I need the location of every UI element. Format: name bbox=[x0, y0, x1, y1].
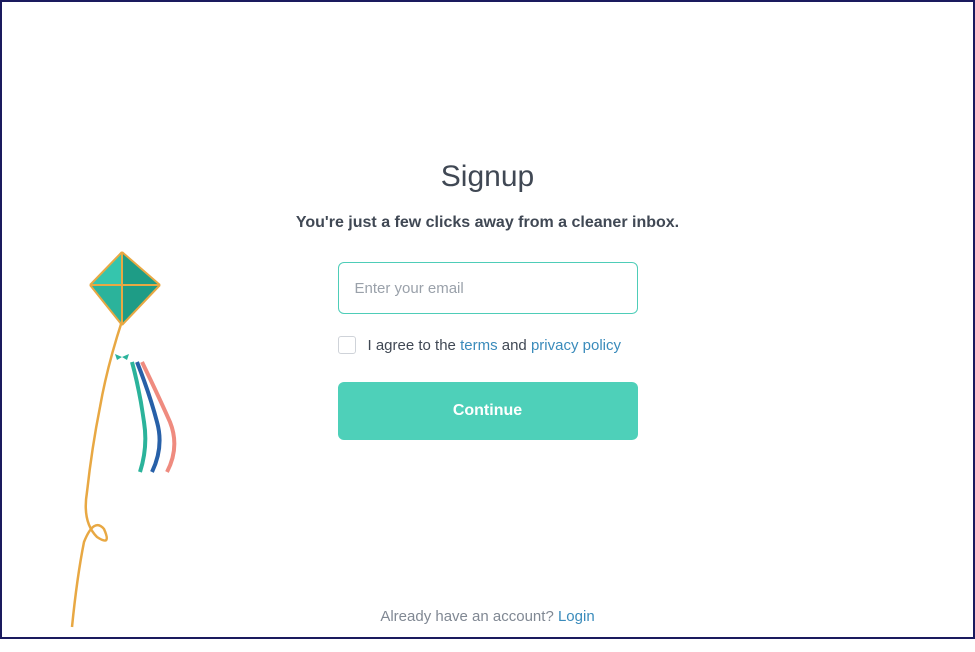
footer: Already have an account? Login bbox=[2, 608, 973, 625]
login-link[interactable]: Login bbox=[558, 608, 595, 625]
page-subtitle: You're just a few clicks away from a cle… bbox=[296, 212, 679, 234]
privacy-link[interactable]: privacy policy bbox=[531, 337, 621, 354]
consent-prefix: I agree to the bbox=[368, 337, 461, 354]
email-field[interactable] bbox=[338, 262, 638, 314]
continue-button[interactable]: Continue bbox=[338, 382, 638, 440]
consent-text: I agree to the terms and privacy policy bbox=[368, 337, 621, 354]
page-title: Signup bbox=[441, 160, 534, 194]
terms-checkbox[interactable] bbox=[338, 336, 356, 354]
consent-middle: and bbox=[498, 337, 531, 354]
footer-prompt: Already have an account? bbox=[380, 608, 558, 625]
terms-link[interactable]: terms bbox=[460, 337, 498, 354]
